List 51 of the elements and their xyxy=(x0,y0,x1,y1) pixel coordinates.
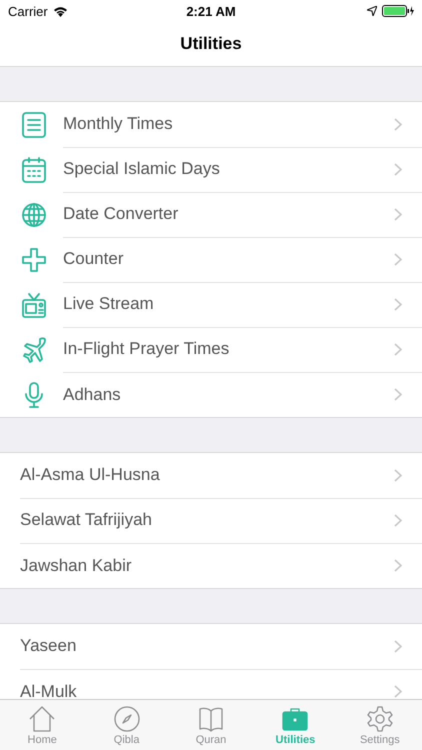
globe-icon xyxy=(20,200,48,228)
battery-icon xyxy=(382,5,414,17)
carrier-name: Carrier xyxy=(8,4,48,18)
utility-row[interactable]: Adhans xyxy=(0,372,422,417)
chevron-icon xyxy=(394,162,402,176)
row-label: Counter xyxy=(63,249,124,269)
chevron-icon xyxy=(394,298,402,310)
utility-row[interactable]: Al-Mulk xyxy=(0,669,422,699)
wifi-icon xyxy=(52,6,68,16)
row-label: Selawat Tafrijiyah xyxy=(20,510,152,530)
chevron-icon xyxy=(394,388,402,401)
utility-row[interactable]: Jawshan Kabir xyxy=(0,543,422,588)
plane-icon xyxy=(20,336,48,364)
status-time: 2:21 AM xyxy=(186,4,236,18)
chevron-icon xyxy=(394,118,402,130)
chevron-icon xyxy=(394,514,402,526)
chevron-icon xyxy=(394,252,402,266)
row-label: In-Flight Prayer Times xyxy=(63,339,230,359)
utility-row[interactable]: Yaseen xyxy=(0,624,422,669)
utility-row[interactable]: Monthly Times xyxy=(0,102,422,147)
plus-icon xyxy=(20,246,48,274)
chevron-icon xyxy=(394,468,402,482)
row-label: Adhans xyxy=(63,384,121,404)
utility-row[interactable]: Selawat Tafrijiyah xyxy=(0,498,422,543)
utility-row[interactable]: Live Stream xyxy=(0,282,422,327)
location-arrow-icon xyxy=(367,6,377,16)
row-label: Special Islamic Days xyxy=(63,159,220,179)
book-icon xyxy=(197,704,226,732)
compass-icon xyxy=(112,704,141,732)
utility-row[interactable]: Date Converter xyxy=(0,192,422,237)
chevron-icon xyxy=(394,640,402,652)
row-label: Yaseen xyxy=(20,636,76,656)
settings-icon xyxy=(366,704,394,732)
home-icon xyxy=(28,704,56,732)
row-label: Al-Asma Ul-Husna xyxy=(20,465,160,485)
row-label: Monthly Times xyxy=(63,114,173,134)
list-icon xyxy=(20,110,48,138)
row-label: Date Converter xyxy=(63,204,178,224)
chevron-icon xyxy=(394,559,402,572)
calendar-icon xyxy=(20,156,48,184)
utility-row[interactable]: In-Flight Prayer Times xyxy=(0,327,422,372)
chevron-icon xyxy=(394,342,402,356)
utility-row[interactable]: Al-Asma Ul-Husna xyxy=(0,453,422,498)
row-label: Live Stream xyxy=(63,294,154,314)
row-label: Jawshan Kabir xyxy=(20,556,132,576)
chevron-icon xyxy=(394,208,402,220)
utility-row[interactable]: Special Islamic Days xyxy=(0,147,422,192)
utility-row[interactable]: Counter xyxy=(0,237,422,282)
screen-title: Utilities xyxy=(180,34,242,54)
tv-icon xyxy=(20,290,48,318)
row-label: Al-Mulk xyxy=(20,682,77,699)
